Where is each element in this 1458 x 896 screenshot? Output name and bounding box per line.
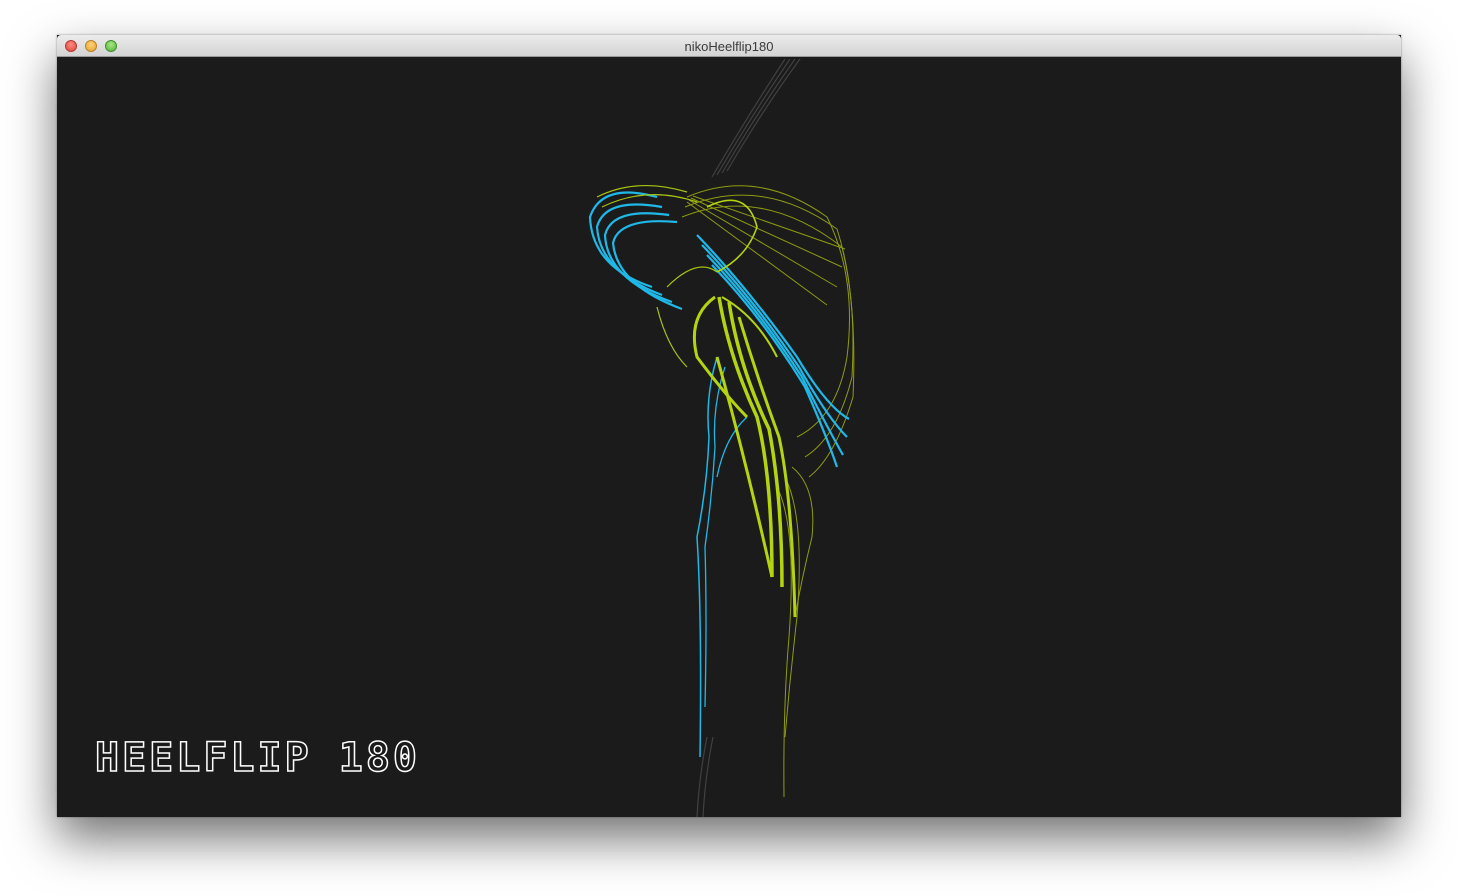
heelflip-trail-visualization <box>588 58 855 817</box>
app-window: nikoHeelflip180 HEELFLIP 180 <box>57 35 1401 817</box>
window-title: nikoHeelflip180 <box>684 39 774 54</box>
trick-name-label: HEELFLIP 180 <box>94 734 420 782</box>
lime-ribbons <box>692 199 797 618</box>
cyan-ribbons <box>588 191 850 758</box>
render-canvas[interactable]: HEELFLIP 180 <box>57 57 1401 817</box>
title-bar[interactable]: nikoHeelflip180 <box>57 35 1401 57</box>
